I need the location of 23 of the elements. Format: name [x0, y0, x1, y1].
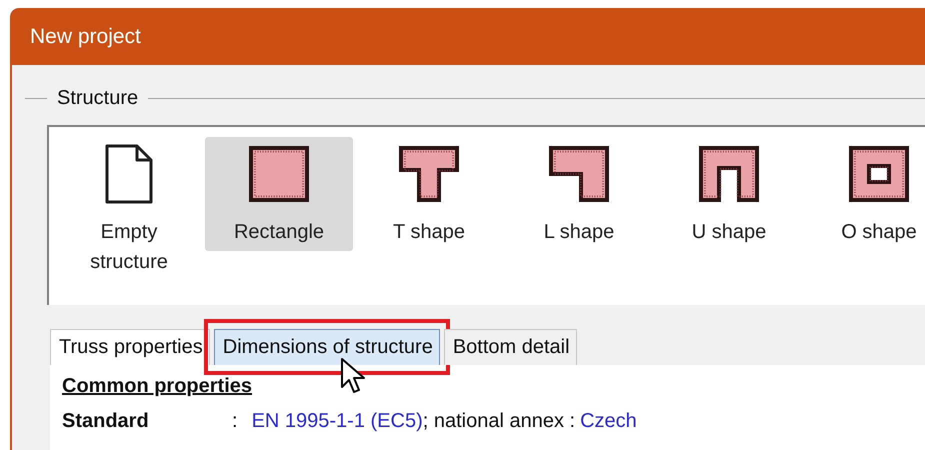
window-title: New project	[30, 24, 141, 48]
o-shape-icon	[847, 143, 911, 205]
separator-text: :	[232, 410, 238, 433]
u-shape-icon	[697, 143, 761, 205]
t-shape-icon	[397, 143, 461, 205]
annex-link[interactable]: Czech	[580, 410, 637, 433]
tab[interactable]: Bottom detail	[444, 329, 577, 365]
structure-option[interactable]: U shape	[655, 137, 803, 251]
tab[interactable]: Truss properties	[50, 329, 210, 365]
tab[interactable]: Dimensions of structure	[214, 329, 440, 365]
annex-label: ; national annex :	[422, 410, 576, 433]
structure-option[interactable]: L shape	[505, 137, 653, 251]
structure-option[interactable]: Rectangle	[205, 137, 353, 251]
l-shape-icon	[547, 143, 611, 205]
structure-option[interactable]: T shape	[355, 137, 503, 251]
group-legend: Structure	[57, 86, 138, 110]
document-icon	[104, 143, 154, 205]
structure-option[interactable]: O shape	[805, 137, 925, 251]
rectangle-shape-icon	[247, 143, 311, 205]
section-heading: Common properties	[62, 375, 252, 398]
structure-option[interactable]: Empty structure	[55, 137, 203, 281]
standard-link[interactable]: EN 1995-1-1 (EC5)	[252, 410, 423, 433]
property-label: Standard	[62, 410, 150, 433]
